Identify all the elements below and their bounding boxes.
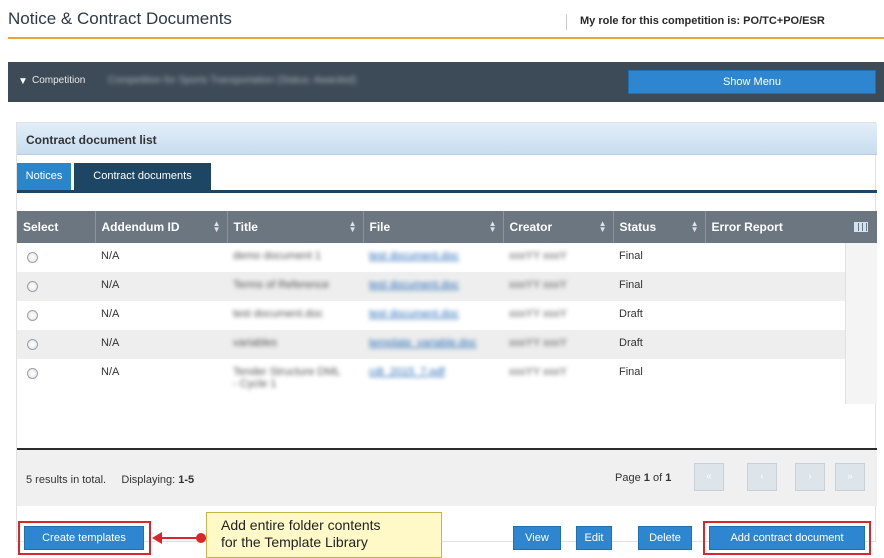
table-row[interactable]: N/A Terms of Reference test document.doc… <box>17 272 845 301</box>
cell-addendum-id: N/A <box>95 359 227 401</box>
cell-status: Draft <box>613 330 705 359</box>
header-divider <box>566 14 567 30</box>
cell-title: Terms of Reference <box>233 279 329 291</box>
column-header-status[interactable]: Status ▲ ▼ <box>613 211 706 243</box>
cell-addendum-id: N/A <box>95 272 227 301</box>
chevron-down-icon[interactable]: ▼ <box>18 76 28 87</box>
cell-status: Final <box>613 359 705 401</box>
competition-label: Competition <box>32 75 86 86</box>
page-indicator: Page 1 of 1 <box>615 472 672 484</box>
results-count: 5 results in total. <box>26 474 107 486</box>
sort-icon: ▲ ▼ <box>690 219 699 234</box>
page-header: Notice & Contract Documents My role for … <box>0 0 884 40</box>
table-row[interactable]: N/A variables template_variable.doc xxxY… <box>17 330 845 359</box>
cell-creator: xxxYY xxxY <box>509 279 567 291</box>
table-row[interactable]: N/A demo document 1 test document.doc xx… <box>17 243 845 272</box>
cell-error-report <box>705 330 845 359</box>
cell-creator: xxxYY xxxY <box>509 366 567 378</box>
cell-creator: xxxYY xxxY <box>509 337 567 349</box>
create-templates-button[interactable]: Create templates <box>24 526 144 550</box>
cell-title: test document.doc <box>233 308 323 320</box>
displaying-range: 1-5 <box>178 474 195 486</box>
cell-title: variables <box>233 337 278 349</box>
next-page-button[interactable]: › <box>795 463 825 491</box>
cell-file-link[interactable]: test document.doc <box>369 279 459 291</box>
results-summary: 5 results in total. Displaying: 1-5 <box>26 474 194 486</box>
table-row[interactable]: N/A test document.doc test document.doc … <box>17 301 845 330</box>
cell-title: demo document 1 <box>233 250 322 262</box>
cell-error-report <box>705 243 845 272</box>
delete-button[interactable]: Delete <box>638 526 692 550</box>
sort-icon: ▲ ▼ <box>598 219 607 234</box>
panel-header: Contract document list <box>17 123 877 155</box>
page-title: Notice & Contract Documents <box>8 9 232 28</box>
contract-document-panel: Contract document list Notices Contract … <box>16 122 877 542</box>
tab-notices[interactable]: Notices <box>17 163 71 190</box>
row-select-radio[interactable] <box>27 339 38 350</box>
view-button[interactable]: View <box>513 526 561 550</box>
cell-addendum-id: N/A <box>95 330 227 359</box>
cell-creator: xxxYY xxxY <box>509 308 567 320</box>
cell-file-link[interactable]: test document.doc <box>369 250 459 262</box>
row-select-radio[interactable] <box>27 252 38 263</box>
column-header-creator[interactable]: Creator ▲ ▼ <box>503 211 614 243</box>
role-text: My role for this competition is: PO/TC+P… <box>580 15 825 27</box>
cell-error-report <box>705 359 845 401</box>
cell-error-report <box>705 272 845 301</box>
row-select-radio[interactable] <box>27 310 38 321</box>
column-header-addendum-id[interactable]: Addendum ID ▲ ▼ <box>95 211 228 243</box>
column-header-file[interactable]: File ▲ ▼ <box>363 211 504 243</box>
cell-file-link[interactable]: test document.doc <box>369 308 459 320</box>
column-chooser-button[interactable] <box>845 211 877 243</box>
panel-title: Contract document list <box>26 133 157 147</box>
first-page-icon: « <box>706 471 712 482</box>
column-header-title[interactable]: Title ▲ ▼ <box>227 211 364 243</box>
displaying-label: Displaying: <box>121 474 176 486</box>
competition-name: Competition for Sports Transportation (S… <box>108 75 357 86</box>
header-rule <box>8 37 884 39</box>
show-menu-button[interactable]: Show Menu <box>628 70 876 94</box>
callout-line-1: Add entire folder contents <box>221 517 381 533</box>
add-contract-document-button[interactable]: Add contract document <box>709 526 865 550</box>
first-page-button[interactable]: « <box>694 463 724 491</box>
previous-page-button[interactable]: ‹ <box>747 463 777 491</box>
column-header-select[interactable]: Select <box>17 211 96 243</box>
cell-file-link[interactable]: template_variable.doc <box>369 337 477 349</box>
table-header-row: Select Addendum ID ▲ ▼ Title ▲ ▼ File ▲ ▼ Crea… <box>17 211 846 243</box>
table-row[interactable]: N/A Tender Structure DML - Cycle 1 cdt_2… <box>17 359 845 401</box>
cell-file-link[interactable]: cdt_2015_7.pdf <box>369 366 445 378</box>
callout-dot <box>196 533 206 543</box>
edit-button[interactable]: Edit <box>576 526 612 550</box>
last-page-button[interactable]: » <box>835 463 865 491</box>
columns-icon <box>854 222 868 232</box>
callout-line-2: for the Template Library <box>221 534 368 550</box>
sort-icon: ▲ ▼ <box>488 219 497 234</box>
cell-error-report <box>705 301 845 330</box>
last-page-icon: » <box>847 471 853 482</box>
callout-box: Add entire folder contents for the Templ… <box>206 512 442 558</box>
cell-title: Tender Structure DML - Cycle 1 <box>233 366 341 390</box>
tab-strip: Notices Contract documents <box>17 163 877 193</box>
sort-icon: ▲ ▼ <box>348 219 357 234</box>
next-page-icon: › <box>808 471 812 482</box>
cell-status: Final <box>613 272 705 301</box>
pagination-bar: 5 results in total. Displaying: 1-5 Page… <box>17 450 877 506</box>
column-header-error-report[interactable]: Error Report <box>705 211 846 243</box>
cell-addendum-id: N/A <box>95 243 227 272</box>
row-select-radio[interactable] <box>27 281 38 292</box>
tab-contract-documents[interactable]: Contract documents <box>74 163 211 190</box>
sort-icon: ▲ ▼ <box>212 219 221 234</box>
competition-bar: ▼ Competition Competition for Sports Tra… <box>8 62 884 102</box>
cell-addendum-id: N/A <box>95 301 227 330</box>
row-select-radio[interactable] <box>27 368 38 379</box>
cell-status: Draft <box>613 301 705 330</box>
cell-status: Final <box>613 243 705 272</box>
vertical-scrollbar[interactable] <box>845 243 877 404</box>
cell-creator: xxxYY xxxY <box>509 250 567 262</box>
documents-table: Select Addendum ID ▲ ▼ Title ▲ ▼ File ▲ ▼ Crea… <box>17 211 846 401</box>
previous-page-icon: ‹ <box>760 471 764 482</box>
